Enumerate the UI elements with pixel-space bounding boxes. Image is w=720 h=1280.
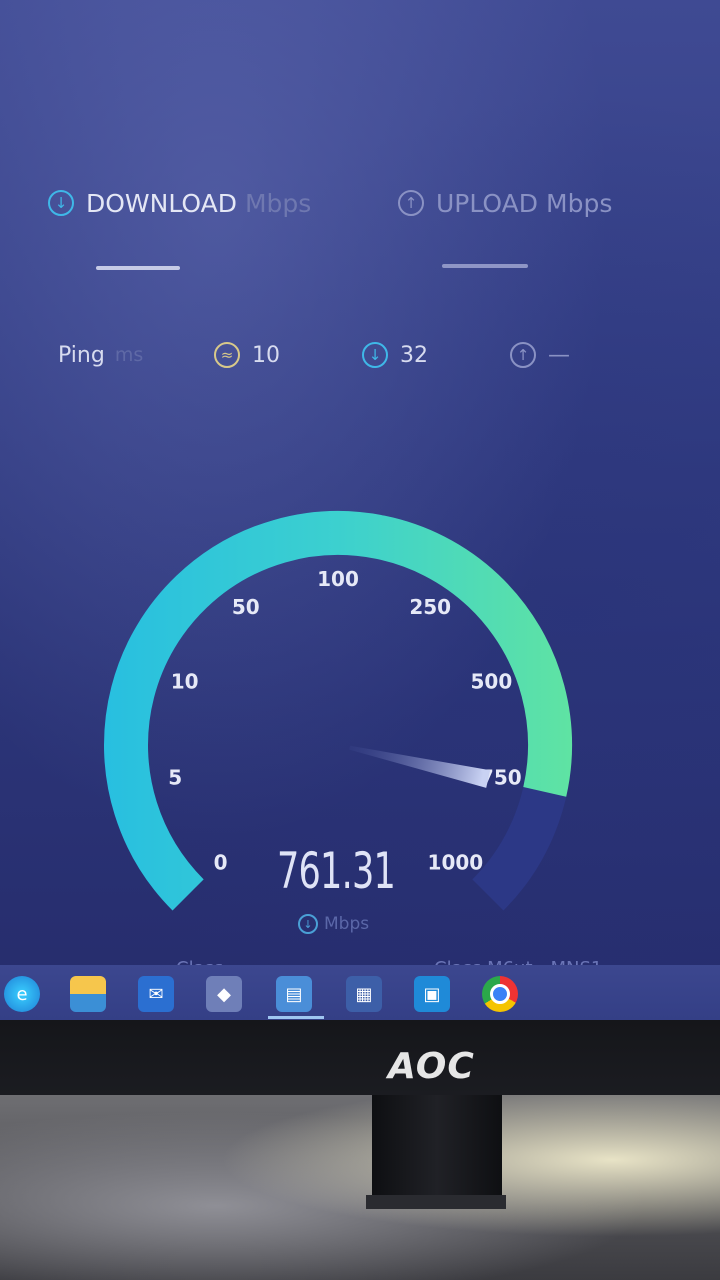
gauge-tick-label: 250 [409, 595, 451, 619]
mail-icon[interactable]: ✉ [138, 976, 174, 1012]
taskbar-active-indicator [268, 1016, 324, 1019]
speed-unit-label: Mbps [324, 914, 370, 934]
store-icon[interactable]: ▣ [414, 976, 450, 1012]
chrome-icon[interactable] [482, 976, 518, 1012]
monitor-stand [372, 1095, 502, 1205]
speedtest-screen: ↓ DOWNLOAD Mbps ↑ UPLOAD Mbps Ping ms ≈ … [0, 0, 720, 1020]
gauge-tick-labels: 0510501002505007501000 [168, 567, 521, 874]
speed-value: 761.31 [276, 842, 396, 900]
gauge-tick-label: 1000 [428, 850, 484, 874]
gauge-tick-label: 10 [171, 669, 199, 693]
gauge-tick-label: 50 [232, 595, 260, 619]
gauge-tick-label: 5 [168, 765, 182, 789]
monitor-stand-base [366, 1195, 506, 1209]
desk-surface [0, 1095, 720, 1280]
gauge-tick-label: 500 [470, 669, 512, 693]
gauge-tick-label: 0 [214, 850, 228, 874]
gauge-needle [349, 745, 491, 788]
speed-unit: ↓ Mbps [298, 914, 369, 934]
notepad-icon[interactable]: ▤ [276, 976, 312, 1012]
app-icon[interactable]: ◆ [206, 976, 242, 1012]
speed-download-icon: ↓ [298, 914, 318, 934]
edge-icon[interactable]: e [4, 976, 40, 1012]
gauge-tick-label: 100 [317, 567, 359, 591]
calculator-icon[interactable]: ▦ [346, 976, 382, 1012]
file-explorer-icon[interactable] [70, 976, 106, 1012]
monitor-bezel [0, 1020, 720, 1095]
monitor-brand-logo: AOC [388, 1046, 475, 1087]
